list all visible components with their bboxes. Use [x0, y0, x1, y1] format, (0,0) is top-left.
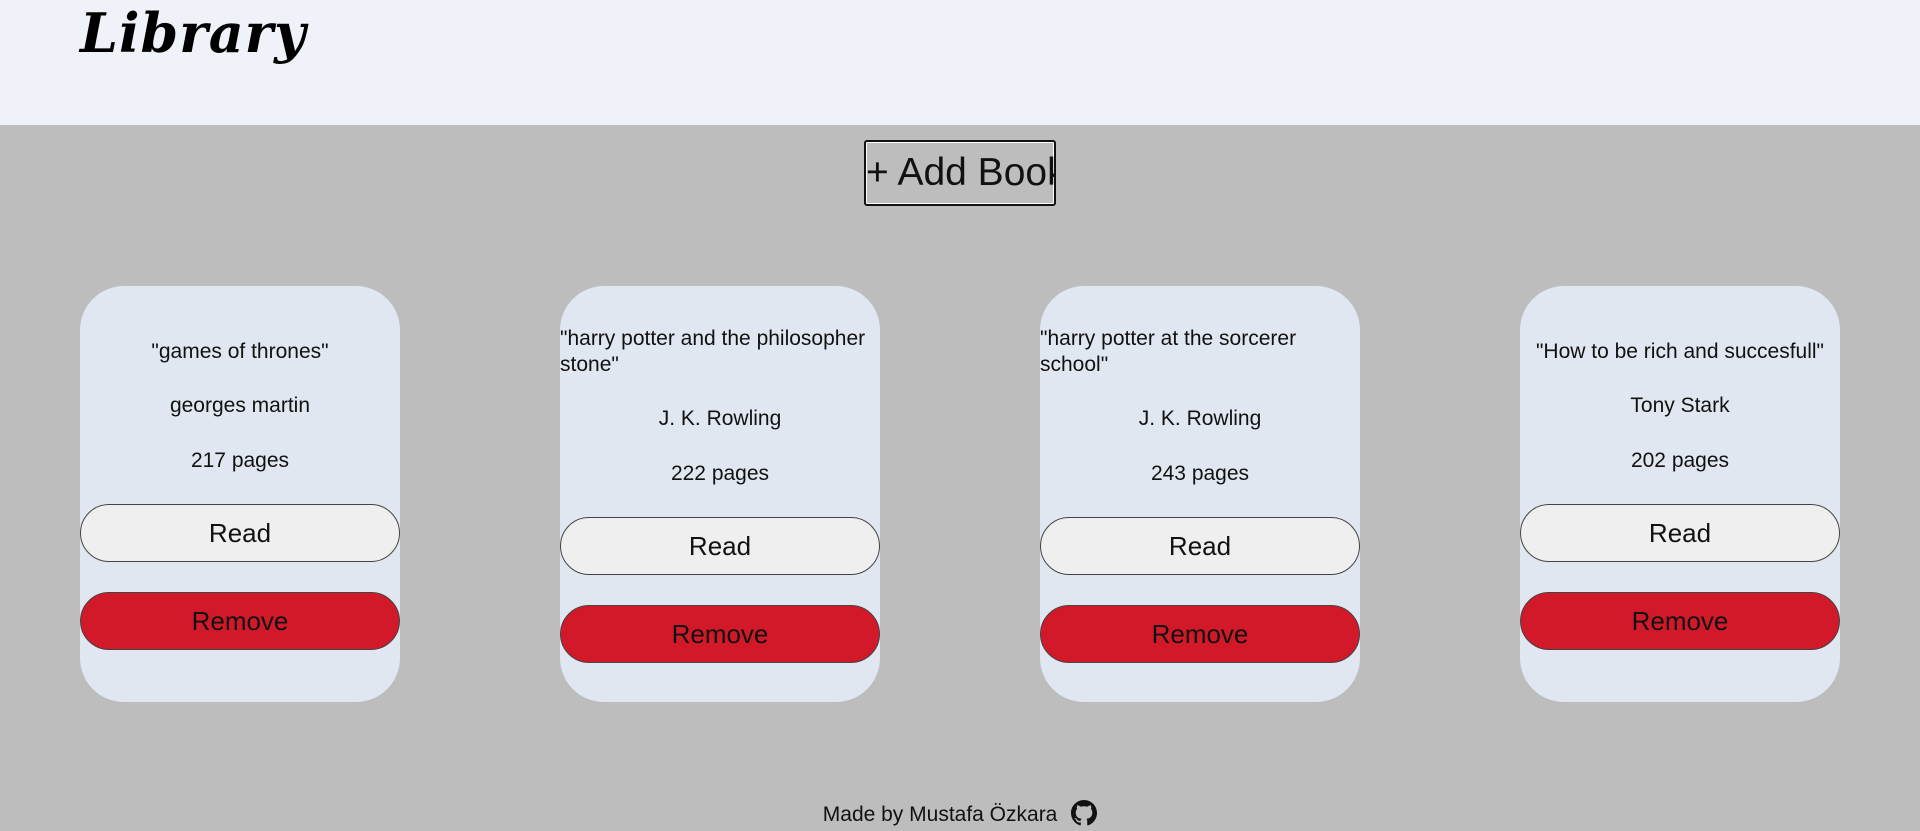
book-author: J. K. Rowling	[1138, 407, 1262, 430]
book-pages: 222 pages	[670, 462, 770, 485]
read-button[interactable]: Read	[560, 517, 880, 575]
read-button[interactable]: Read	[1520, 504, 1840, 562]
app-title: Library	[80, 1, 307, 65]
book-card: "harry potter and the philosopher stone"…	[560, 286, 880, 702]
github-icon[interactable]	[1071, 800, 1098, 826]
book-pages: 217 pages	[190, 449, 290, 472]
book-title: "games of thrones"	[151, 340, 329, 363]
read-button[interactable]: Read	[1040, 517, 1360, 575]
remove-button[interactable]: Remove	[1040, 605, 1360, 663]
book-pages: 243 pages	[1150, 462, 1250, 485]
book-card: "games of thrones" georges martin 217 pa…	[80, 286, 400, 702]
read-button[interactable]: Read	[80, 504, 400, 562]
book-title: "harry potter at the sorcerer school"	[1040, 327, 1297, 376]
book-pages: 202 pages	[1630, 449, 1730, 472]
book-author: georges martin	[169, 394, 311, 417]
footer-credit: Made by Mustafa Özkara	[822, 803, 1058, 826]
remove-button[interactable]: Remove	[80, 592, 400, 650]
remove-button[interactable]: Remove	[560, 605, 880, 663]
footer: Made by Mustafa Özkara	[0, 800, 1920, 830]
book-author: Tony Stark	[1630, 394, 1730, 417]
book-title: "harry potter and the philosopher stone"	[560, 327, 866, 376]
book-title: "How to be rich and succesfull"	[1535, 340, 1825, 363]
book-author: J. K. Rowling	[658, 407, 782, 430]
add-book-button[interactable]: + Add Book	[864, 140, 1056, 206]
book-card: "harry potter at the sorcerer school" J.…	[1040, 286, 1360, 702]
header: Library	[0, 0, 1920, 125]
book-card: "How to be rich and succesfull" Tony Sta…	[1520, 286, 1840, 702]
remove-button[interactable]: Remove	[1520, 592, 1840, 650]
